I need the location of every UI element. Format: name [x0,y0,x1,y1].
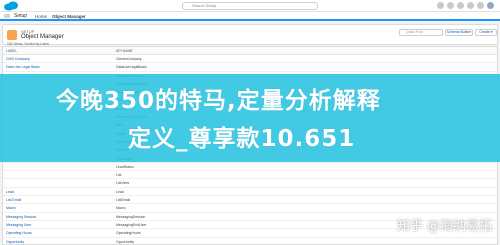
object-label-link[interactable]: Messaging Session [6,213,36,221]
page-title: Object Manager [21,34,64,40]
object-label-link[interactable]: List Email [6,196,21,204]
help-icon[interactable] [457,2,464,9]
object-api-name: MessagingEndUser [116,222,147,227]
bell-icon[interactable] [477,2,484,9]
schema-builder-button[interactable]: Schema Builder [445,29,473,36]
object-api-name: ClientsCompany [116,57,142,61]
global-search-input[interactable]: Search Setup [182,2,318,10]
object-label-link[interactable]: Messaging User [6,221,31,229]
banner-headline-line-2: 定义_尊享款10.651 [128,126,356,152]
object-label-link[interactable]: Lead [6,188,14,196]
overlay-banner: 今晚350的特马,定量分析解释 定义_尊享款10.651 [0,74,500,162]
table-row: CMS Company ClientsCompany [3,55,497,64]
object-api-name: Opportunity [116,239,135,244]
object-api-name: ListEmail [116,198,131,203]
tab-home[interactable]: Home [35,13,47,20]
banner-headline-line-1: 今晚350的特马,定量分析解释 [56,88,381,114]
object-manager-header: SETUP Object Manager 152 Items, Sorted b… [2,24,498,46]
favorites-icon[interactable] [437,2,444,9]
object-api-name: Macro [116,206,126,211]
avatar[interactable] [487,2,494,9]
table-row: List [3,171,497,180]
table-row: Lead Lead [3,188,497,197]
gear-icon[interactable] [467,2,474,9]
quick-find-input[interactable]: Quick Find [399,29,443,36]
source-watermark: 知乎 @海纳易拓 [396,219,492,234]
object-manager-icon [7,30,17,40]
app-launcher-icon[interactable] [4,14,10,19]
table-row: List Email ListEmail [3,196,497,205]
table-header: LABEL API NAME [3,47,497,55]
add-icon[interactable] [447,2,454,9]
object-api-name: Lead [116,189,124,194]
header-utility-icons [437,2,494,9]
table-row: ListView [3,179,497,188]
global-header: Search Setup [0,0,500,12]
object-api-name: List [116,173,122,178]
object-api-name: DataUseLegalBasis [116,65,147,70]
object-label-link[interactable]: Data Use Legal Basis [6,63,40,71]
table-row: Data Use Legal Basis DataUseLegalBasis [3,63,497,72]
salesforce-cloud-logo[interactable] [3,1,20,11]
object-api-name: LeadStatus [116,164,134,169]
object-api-name: OperatingHours [116,231,141,236]
tab-object-manager[interactable]: Object Manager [52,13,86,20]
object-api-name: ListView [116,181,129,186]
table-row: Opportunity Opportunity [3,238,497,245]
object-label-link[interactable]: Macro [6,204,16,212]
column-header-label[interactable]: LABEL [6,49,17,53]
object-label-link[interactable]: CMS Company [6,55,30,63]
app-name: Setup [14,13,28,19]
object-label-link[interactable]: Opportunity [6,238,24,245]
column-header-api-name[interactable]: API NAME [116,49,133,53]
object-label-link[interactable]: Operating Hours [6,229,32,237]
table-row: Macro Macro [3,204,497,213]
table-row: LeadStatus [3,163,497,172]
create-button[interactable]: Create ▾ [475,29,497,36]
app-navigation-bar: Setup Home Object Manager [0,12,500,21]
object-api-name: MessagingSession [116,214,146,219]
